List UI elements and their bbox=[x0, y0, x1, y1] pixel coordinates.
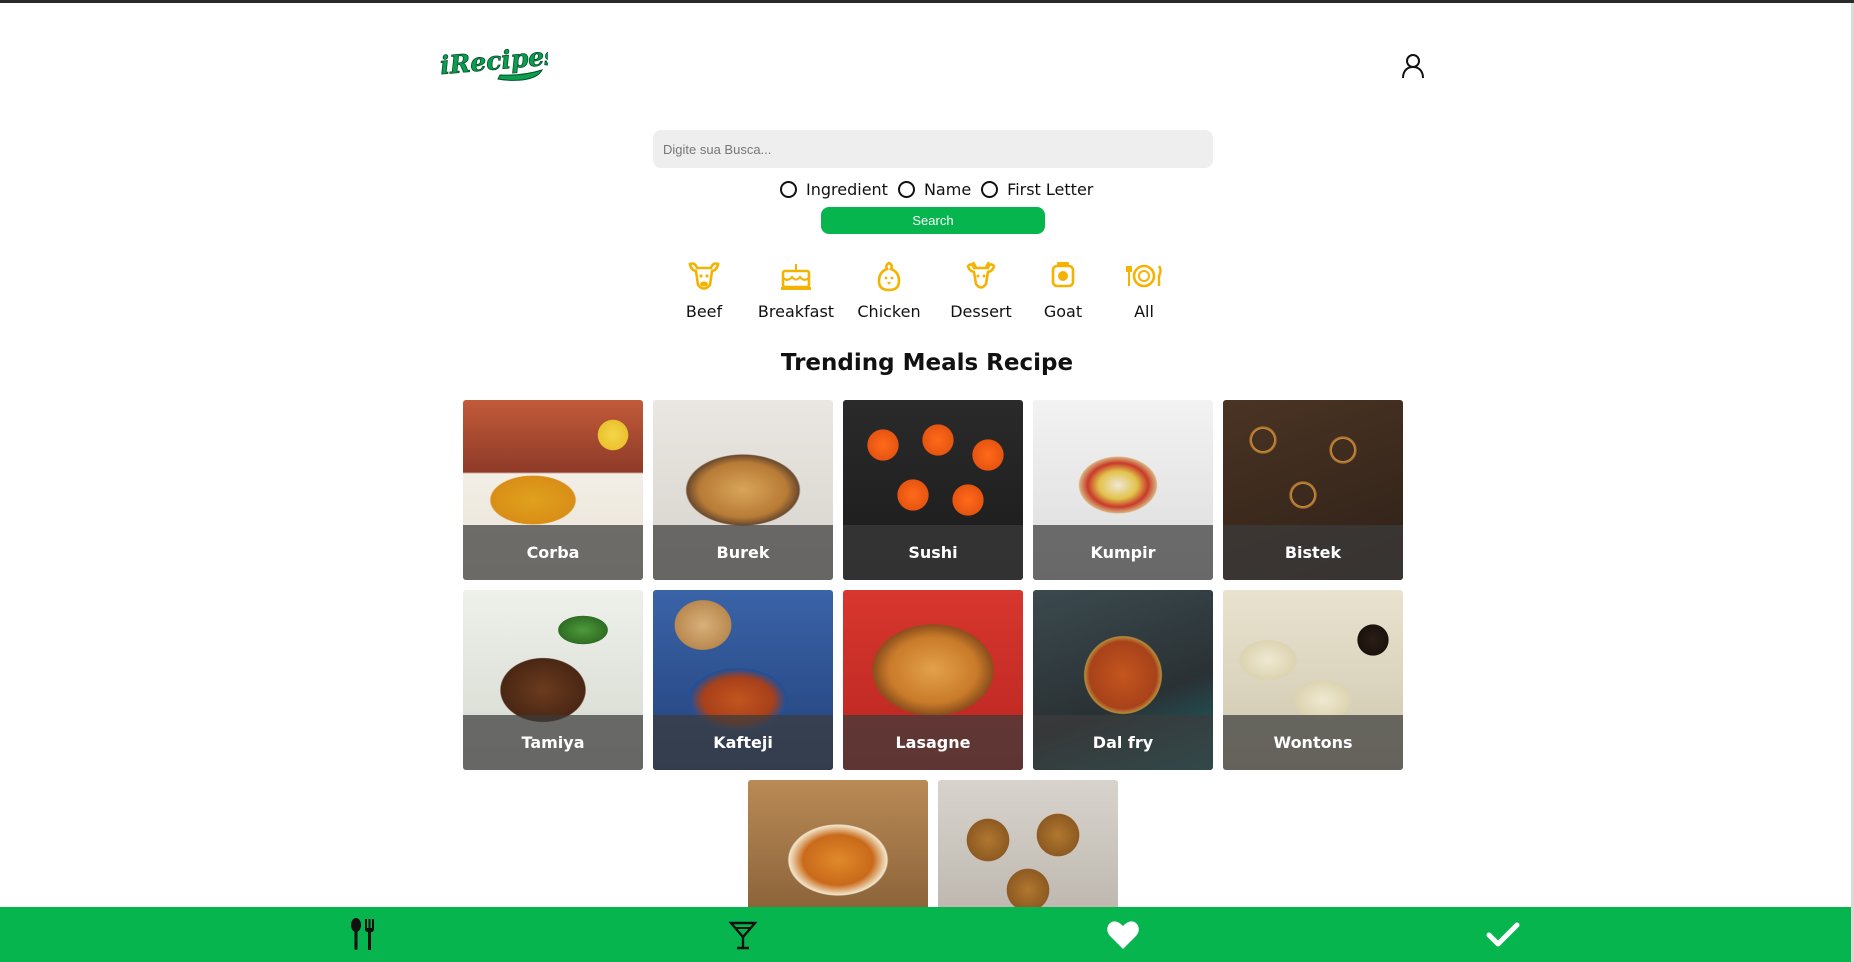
meal-card-kumpir[interactable]: Kumpir bbox=[1033, 400, 1213, 580]
cake-icon bbox=[781, 264, 811, 290]
meal-name: Tamiya bbox=[521, 733, 585, 752]
meal-overlay: Bistek bbox=[1223, 525, 1403, 580]
category-all[interactable]: All bbox=[1124, 258, 1164, 321]
app-logo[interactable]: iRecipes bbox=[438, 41, 560, 82]
goat-icon bbox=[1051, 262, 1075, 288]
cow-icon bbox=[688, 262, 720, 290]
meal-name: Sushi bbox=[908, 543, 958, 562]
heart-icon[interactable] bbox=[1105, 917, 1141, 953]
category-beef[interactable]: Beef bbox=[674, 258, 734, 321]
cupcake-icon bbox=[966, 261, 996, 289]
radio-circle[interactable] bbox=[981, 180, 999, 198]
category-label: Dessert bbox=[950, 302, 1012, 321]
plate-icon bbox=[1126, 264, 1162, 288]
radio-name-label: Name bbox=[923, 179, 972, 199]
fork-knife-icon[interactable] bbox=[345, 917, 381, 953]
search-input[interactable] bbox=[653, 130, 1213, 168]
radio-first-letter-label: First Letter bbox=[1007, 179, 1094, 199]
chicken-icon bbox=[877, 261, 901, 292]
user-profile-icon[interactable] bbox=[1400, 53, 1426, 79]
category-goat[interactable]: Goat bbox=[1038, 258, 1088, 321]
meal-card-sushi[interactable]: Sushi bbox=[843, 400, 1023, 580]
meal-name: Dal fry bbox=[1092, 733, 1154, 752]
category-label: Goat bbox=[1043, 302, 1083, 321]
category-bar: Beef Breakfast Chicken Dessert Goat All bbox=[660, 258, 1200, 328]
meal-card-burek[interactable]: Burek bbox=[653, 400, 833, 580]
meal-name: Corba bbox=[526, 543, 580, 562]
meal-overlay: Corba bbox=[463, 525, 643, 580]
radio-circle[interactable] bbox=[897, 180, 915, 198]
check-icon[interactable] bbox=[1485, 917, 1521, 953]
meal-overlay: Wontons bbox=[1223, 715, 1403, 770]
section-title: Trending Meals Recipe bbox=[780, 350, 1074, 376]
window-top-border bbox=[0, 0, 1854, 3]
radio-first-letter[interactable]: First Letter bbox=[981, 180, 1093, 199]
meal-overlay: Kafteji bbox=[653, 715, 833, 770]
category-label: Breakfast bbox=[757, 302, 835, 321]
meal-card-corba[interactable]: Corba bbox=[463, 400, 643, 580]
bottom-nav bbox=[0, 907, 1851, 962]
meal-name: Kumpir bbox=[1090, 543, 1156, 562]
meal-name: Wontons bbox=[1273, 733, 1353, 752]
search-type-options: Ingredient Name First Letter bbox=[780, 178, 1103, 200]
radio-ingredient[interactable]: Ingredient bbox=[780, 180, 888, 199]
meal-card-dal-fry[interactable]: Dal fry bbox=[1033, 590, 1213, 770]
category-label: All bbox=[1134, 302, 1154, 321]
radio-name[interactable]: Name bbox=[897, 179, 972, 199]
category-chicken[interactable]: Chicken bbox=[854, 258, 924, 321]
meal-card-wontons[interactable]: Wontons bbox=[1223, 590, 1403, 770]
meal-overlay: Tamiya bbox=[463, 715, 643, 770]
meal-card-kafteji[interactable]: Kafteji bbox=[653, 590, 833, 770]
search-button[interactable]: Search bbox=[821, 207, 1045, 234]
meal-overlay: Burek bbox=[653, 525, 833, 580]
meal-name: Bistek bbox=[1284, 543, 1342, 562]
meal-name: Burek bbox=[716, 543, 770, 562]
meal-overlay: Lasagne bbox=[843, 715, 1023, 770]
radio-ingredient-label: Ingredient bbox=[806, 179, 888, 199]
meal-overlay: Dal fry bbox=[1033, 715, 1213, 770]
category-breakfast[interactable]: Breakfast bbox=[756, 258, 836, 321]
radio-circle[interactable] bbox=[780, 180, 797, 198]
meal-name: Lasagne bbox=[895, 733, 971, 752]
category-dessert[interactable]: Dessert bbox=[946, 258, 1016, 321]
meal-overlay: Kumpir bbox=[1033, 525, 1213, 580]
category-label: Beef bbox=[685, 302, 723, 321]
cocktail-icon[interactable] bbox=[725, 917, 761, 953]
meal-overlay: Sushi bbox=[843, 525, 1023, 580]
meal-card-tamiya[interactable]: Tamiya bbox=[463, 590, 643, 770]
category-label: Chicken bbox=[857, 302, 921, 321]
meal-name: Kafteji bbox=[713, 733, 773, 752]
meal-card-lasagne[interactable]: Lasagne bbox=[843, 590, 1023, 770]
logo-graphic: iRecipes bbox=[438, 41, 560, 81]
meal-card-bistek[interactable]: Bistek bbox=[1223, 400, 1403, 580]
